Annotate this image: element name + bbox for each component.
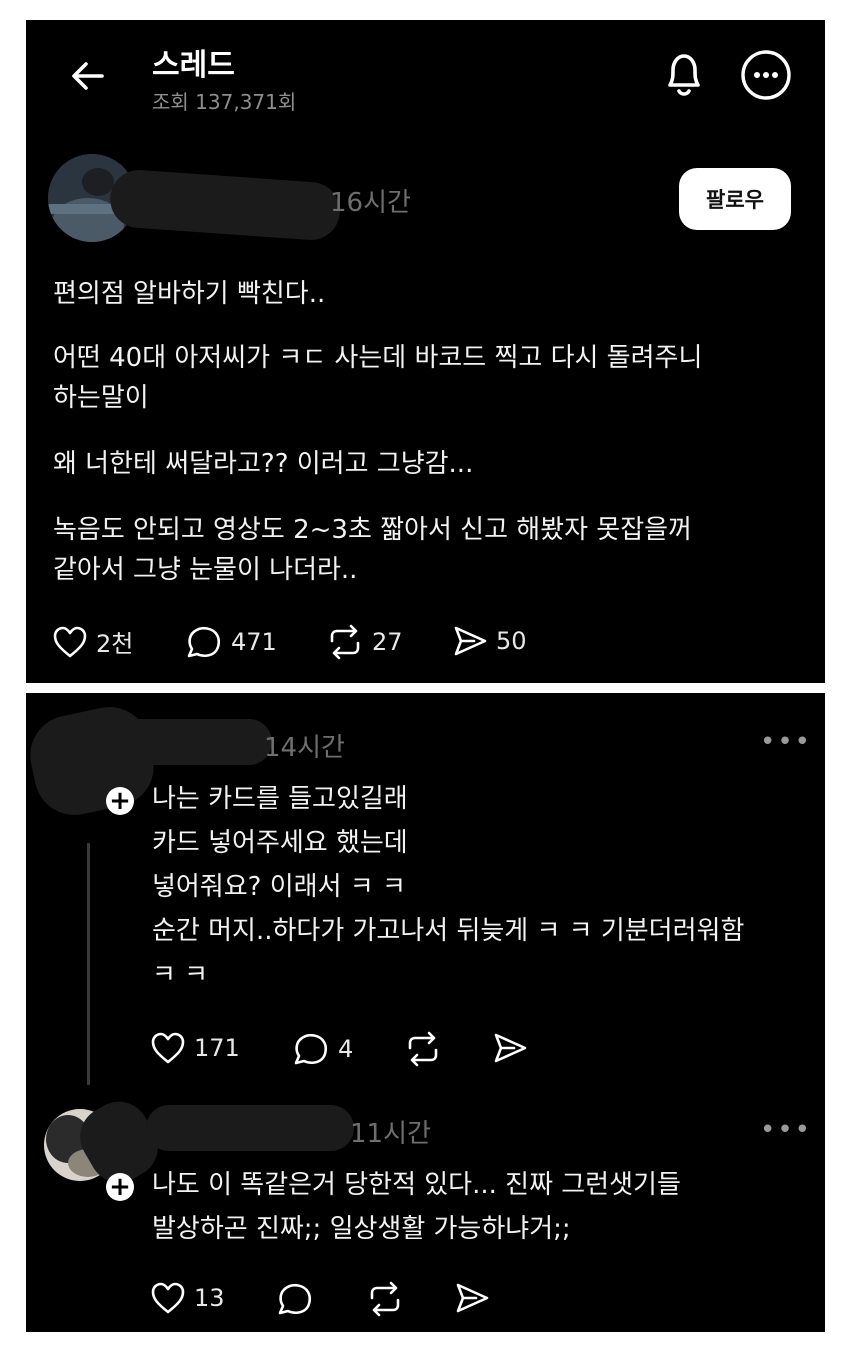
reply-text-line: 순간 머지..하다가 가고나서 뒤늦게 ㅋ ㅋ 기분더러워함 bbox=[152, 916, 745, 946]
more-icon[interactable]: ••• bbox=[760, 1115, 812, 1145]
share-icon bbox=[452, 624, 488, 658]
replies-panel: 14시간 ••• + 나는 카드를 들고있길래 카드 넣어주세요 했는데 넣어줘… bbox=[22, 693, 825, 1332]
repost-button[interactable]: 27 bbox=[326, 624, 403, 660]
plus-icon[interactable]: + bbox=[106, 1173, 134, 1201]
repost-count: 27 bbox=[372, 628, 403, 656]
post-time: 16시간 bbox=[330, 188, 411, 218]
thread-connector-line bbox=[87, 843, 90, 1085]
page-title: 스레드 bbox=[152, 48, 235, 83]
like-button[interactable]: 2천 bbox=[52, 624, 133, 659]
post-text-line: 어떤 40대 아저씨가 ㅋㄷ 사는데 바코드 찍고 다시 돌려주니 bbox=[53, 343, 703, 373]
share-icon bbox=[454, 1281, 490, 1315]
redacted-username bbox=[146, 1105, 354, 1151]
heart-icon bbox=[52, 625, 88, 659]
like-count: 13 bbox=[194, 1284, 225, 1312]
post-text-line: 같아서 그냥 눈물이 나더라.. bbox=[53, 555, 358, 585]
post-text-line: 하는말이 bbox=[53, 383, 149, 413]
share-button[interactable] bbox=[454, 1281, 490, 1315]
repost-icon bbox=[326, 624, 364, 660]
view-count: 조회 137,371회 bbox=[152, 90, 297, 114]
post-text-line: 편의점 알바하기 빡친다.. bbox=[53, 279, 326, 309]
reply-text-line: 넣어줘요? 이래서 ㅋ ㅋ bbox=[152, 872, 406, 902]
reply-text-line: 발상하곤 진짜;; 일상생활 가능하냐거;; bbox=[152, 1214, 571, 1244]
heart-icon bbox=[150, 1031, 186, 1065]
more-options-icon[interactable] bbox=[740, 49, 792, 101]
comment-button[interactable]: 471 bbox=[185, 624, 277, 660]
share-button[interactable] bbox=[492, 1031, 528, 1065]
redacted-username bbox=[108, 168, 342, 242]
comment-icon bbox=[276, 1281, 314, 1317]
bell-icon[interactable] bbox=[659, 47, 709, 101]
more-icon[interactable]: ••• bbox=[760, 727, 812, 757]
repost-button[interactable] bbox=[366, 1281, 404, 1317]
like-button[interactable]: 13 bbox=[150, 1281, 225, 1315]
follow-button[interactable]: 팔로우 bbox=[679, 168, 791, 230]
share-count: 50 bbox=[496, 627, 527, 655]
repost-icon bbox=[404, 1031, 442, 1067]
thread-post-panel: 스레드 조회 137,371회 16시간 팔로우 편의점 알바하기 빡친다.. … bbox=[26, 20, 825, 683]
share-icon bbox=[492, 1031, 528, 1065]
redacted-username bbox=[82, 719, 272, 765]
plus-icon[interactable]: + bbox=[106, 787, 134, 815]
comment-button[interactable]: 4 bbox=[292, 1031, 353, 1067]
comment-count: 4 bbox=[338, 1035, 354, 1063]
repost-icon bbox=[366, 1281, 404, 1317]
comment-icon bbox=[292, 1031, 330, 1067]
share-button[interactable]: 50 bbox=[452, 624, 527, 658]
repost-button[interactable] bbox=[404, 1031, 442, 1067]
like-count: 171 bbox=[194, 1034, 240, 1062]
post-text-line: 녹음도 안되고 영상도 2~3초 짧아서 신고 해봤자 못잡을꺼 bbox=[53, 515, 692, 545]
reply-text-line: 카드 넣어주세요 했는데 bbox=[152, 828, 408, 858]
heart-icon bbox=[150, 1281, 186, 1315]
post-text-line: 왜 너한테 써달라고?? 이러고 그냥감... bbox=[53, 449, 474, 479]
reply-text-line: 나도 이 똑같은거 당한적 있다... 진짜 그런샛기들 bbox=[152, 1170, 681, 1200]
like-button[interactable]: 171 bbox=[150, 1031, 240, 1065]
comment-count: 471 bbox=[231, 628, 277, 656]
reply-text-line: 나는 카드를 들고있길래 bbox=[152, 784, 408, 814]
reply-time: 11시간 bbox=[350, 1119, 431, 1149]
comment-button[interactable] bbox=[276, 1281, 314, 1317]
reply-time: 14시간 bbox=[264, 733, 345, 763]
comment-icon bbox=[185, 624, 223, 660]
reply-text-line: ㅋ ㅋ bbox=[152, 960, 209, 990]
like-count: 2천 bbox=[96, 630, 134, 658]
back-arrow-icon[interactable] bbox=[66, 54, 110, 98]
